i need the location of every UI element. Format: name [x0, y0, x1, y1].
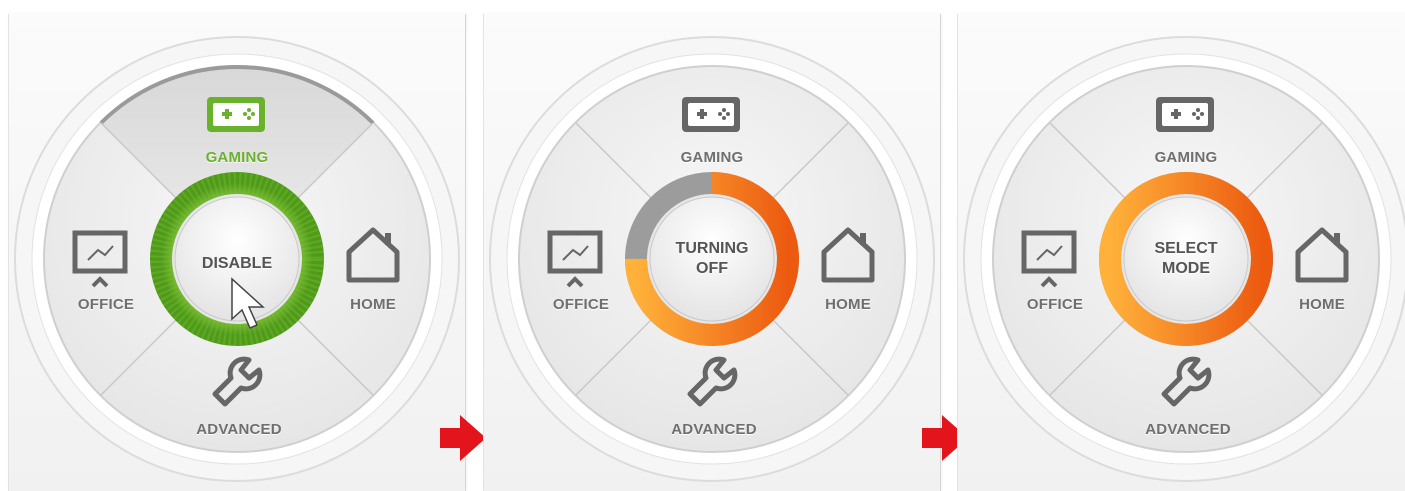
right-arrow-icon: [440, 415, 486, 461]
center-line-2: OFF: [695, 260, 728, 277]
mode-label-office[interactable]: OFFICE: [553, 296, 609, 313]
mode-label-advanced[interactable]: ADVANCED: [196, 421, 282, 438]
mode-label-gaming[interactable]: GAMING: [1155, 149, 1218, 166]
mode-label-advanced[interactable]: ADVANCED: [1145, 421, 1231, 438]
mode-label-home[interactable]: HOME: [350, 296, 396, 313]
mode-label-gaming[interactable]: GAMING: [206, 149, 269, 166]
center-line-1: DISABLE: [201, 255, 273, 272]
mode-panel-select-mode: GAMING OFFICE HOME ADVANCED SELECT MODE: [957, 14, 1405, 491]
gamepad-icon: [682, 97, 740, 132]
mode-dial: [14, 36, 460, 482]
mode-label-office[interactable]: OFFICE: [1027, 296, 1083, 313]
mode-label-home[interactable]: HOME: [1299, 296, 1345, 313]
mode-label-home[interactable]: HOME: [825, 296, 871, 313]
center-status-text[interactable]: SELECT MODE: [1154, 239, 1217, 279]
gamepad-icon: [1156, 97, 1214, 132]
mode-label-gaming[interactable]: GAMING: [681, 149, 744, 166]
mode-label-advanced[interactable]: ADVANCED: [671, 421, 757, 438]
center-line-1: TURNING: [675, 240, 749, 257]
center-status-text[interactable]: TURNING OFF: [676, 239, 749, 279]
center-status-text[interactable]: DISABLE: [202, 254, 272, 274]
mode-panel-turning-off: GAMING OFFICE HOME ADVANCED TURNING OFF: [483, 14, 941, 491]
center-line-1: SELECT: [1154, 240, 1218, 257]
mode-label-office[interactable]: OFFICE: [78, 296, 134, 313]
mode-panel-disable: GAMING OFFICE HOME ADVANCED DISABLE: [8, 14, 466, 491]
center-line-2: MODE: [1162, 260, 1210, 277]
gamepad-icon: [207, 97, 265, 132]
